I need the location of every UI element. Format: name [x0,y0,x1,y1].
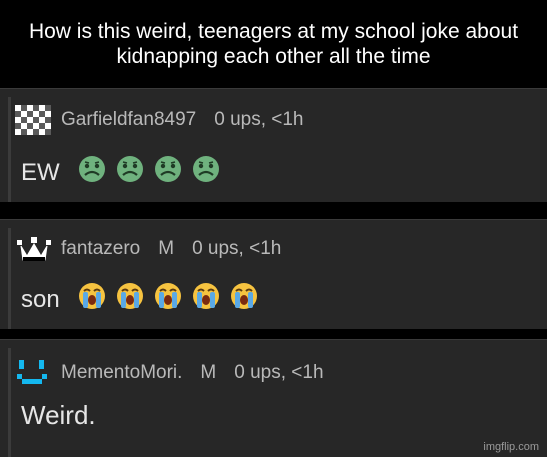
comment-thread-line [8,348,11,457]
mod-badge: M [158,238,175,259]
emoji-group [68,155,220,190]
comment-thread-line [8,228,11,329]
username-link[interactable]: Garfieldfan8497 [61,109,196,131]
smiley-pixel-icon[interactable] [15,358,53,388]
mod-badge: M [200,362,217,383]
checkerboard-icon[interactable] [15,105,53,135]
nauseated-face-icon [192,155,220,190]
comment-1: Garfieldfan8497 0 ups, <1h EW [0,88,547,202]
comment-body: EW [21,155,220,190]
watermark-text: imgflip.com [483,441,539,453]
username-link[interactable]: MementoMori. [61,362,182,384]
comment-text: Weird. [21,400,96,430]
comment-thread-line [8,97,11,202]
nauseated-face-icon [78,155,106,190]
meme-caption: How is this weird, teenagers at my schoo… [0,0,547,88]
loudly-crying-face-icon [154,282,182,317]
comment-2: fantazero M 0 ups, <1h son [0,219,547,329]
username-link[interactable]: fantazero [61,238,140,260]
comment-header: Garfieldfan8497 0 ups, <1h [15,105,304,135]
crown-icon[interactable] [15,234,53,264]
nauseated-face-icon [154,155,182,190]
loudly-crying-face-icon [78,282,106,317]
loudly-crying-face-icon [230,282,258,317]
comment-body: Weird. [21,400,96,431]
comment-header: MementoMori. M 0 ups, <1h [15,358,324,388]
ups-count: 0 ups, <1h [234,362,324,383]
loudly-crying-face-icon [116,282,144,317]
comment-body: son [21,282,258,317]
comment-text: son [21,285,60,313]
loudly-crying-face-icon [192,282,220,317]
ups-count: 0 ups, <1h [214,109,304,130]
nauseated-face-icon [116,155,144,190]
comment-header: fantazero M 0 ups, <1h [15,234,281,264]
comment-3: MementoMori. M 0 ups, <1h Weird. imgflip… [0,339,547,457]
emoji-group [68,282,258,317]
comment-text: EW [21,158,60,186]
ups-count: 0 ups, <1h [192,238,282,259]
